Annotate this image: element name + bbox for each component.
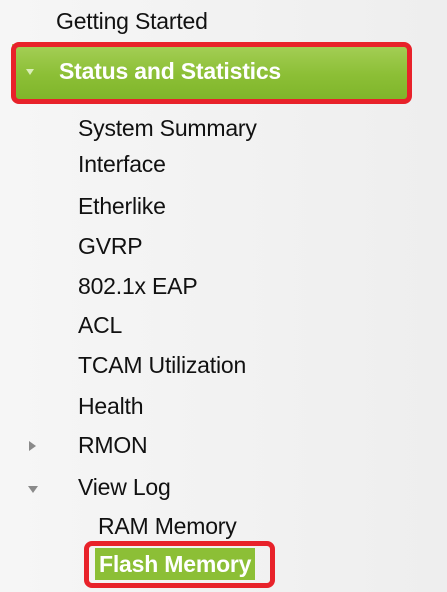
nav-item-health[interactable]: Health — [78, 393, 143, 420]
nav-item-etherlike[interactable]: Etherlike — [78, 193, 166, 220]
nav-item-rmon[interactable]: RMON — [78, 432, 148, 459]
nav-item-ram-memory[interactable]: RAM Memory — [98, 513, 237, 540]
nav-item-acl[interactable]: ACL — [78, 312, 122, 339]
caret-down-icon[interactable] — [28, 486, 38, 493]
nav-item-system-summary[interactable]: System Summary — [78, 115, 257, 142]
nav-item-interface[interactable]: Interface — [78, 151, 166, 178]
nav-item-802-1x-eap[interactable]: 802.1x EAP — [78, 273, 198, 300]
nav-section-status-and-statistics[interactable]: Status and Statistics — [12, 44, 407, 100]
caret-right-icon[interactable] — [29, 441, 36, 451]
nav-item-flash-memory[interactable]: Flash Memory — [95, 548, 256, 580]
nav-item-getting-started[interactable]: Getting Started — [56, 8, 208, 35]
nav-item-gvrp[interactable]: GVRP — [78, 233, 143, 260]
caret-down-icon — [26, 69, 34, 75]
navigation-tree: Getting Started Status and Statistics Sy… — [0, 0, 447, 592]
nav-section-label: Status and Statistics — [59, 58, 282, 84]
nav-item-tcam-utilization[interactable]: TCAM Utilization — [78, 352, 246, 379]
nav-item-view-log[interactable]: View Log — [78, 474, 171, 501]
